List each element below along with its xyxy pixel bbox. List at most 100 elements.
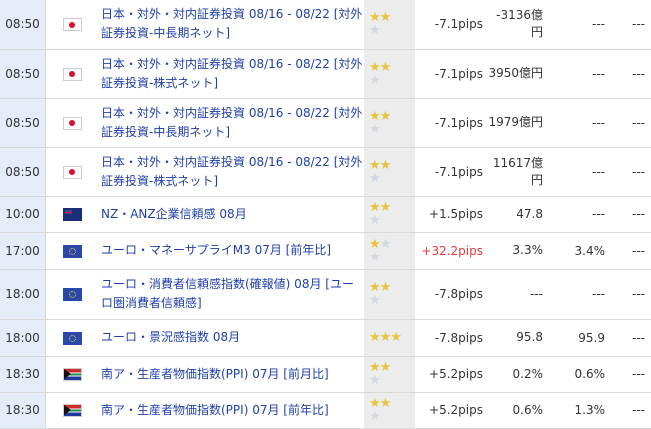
star-filled-icon: ★ — [379, 108, 392, 124]
importance-rating: ★★★ — [364, 392, 415, 429]
previous-value: --- — [611, 147, 651, 197]
event-title-link[interactable]: 日本・対外・対内証券投資 08/16 - 08/22 [対外証券投資-中長期ネッ… — [101, 7, 362, 40]
star-empty-icon: ★ — [369, 72, 381, 88]
forecast-value: --- — [549, 269, 611, 320]
previous-value: --- — [611, 0, 651, 50]
importance-rating: ★★★ — [364, 49, 415, 99]
star-empty-icon: ★ — [369, 213, 381, 228]
event-title-cell: ユーロ・消費者信頼感指数(確報値) 08月 [ユーロ圏消費者信頼感] — [98, 269, 364, 320]
event-title-cell: 日本・対外・対内証券投資 08/16 - 08/22 [対外証券投資-株式ネット… — [98, 49, 364, 99]
economic-calendar-table: 08:50 日本・対外・対内証券投資 08/16 - 08/22 [対外証券投資… — [0, 0, 651, 429]
country-flag — [45, 49, 98, 99]
forecast-value: --- — [549, 196, 611, 233]
actual-value: --- — [486, 269, 549, 320]
calendar-rows: 08:50 日本・対外・対内証券投資 08/16 - 08/22 [対外証券投資… — [0, 0, 651, 429]
forecast-value: --- — [549, 0, 611, 50]
previous-value: --- — [611, 49, 651, 99]
forecast-value: 0.6% — [549, 356, 611, 393]
table-row: 08:50 日本・対外・対内証券投資 08/16 - 08/22 [対外証券投資… — [0, 98, 651, 148]
price-change: -7.8pips — [415, 319, 486, 357]
star-filled-icon: ★ — [379, 10, 392, 26]
event-title-link[interactable]: NZ・ANZ企業信頼感 08月 — [101, 207, 247, 221]
actual-value: 3950億円 — [486, 49, 549, 99]
importance-rating: ★★★ — [364, 356, 415, 393]
forecast-value: 1.3% — [549, 392, 611, 429]
country-flag — [45, 392, 98, 429]
event-time: 17:00 — [0, 232, 46, 270]
importance-rating: ★★★ — [364, 196, 415, 233]
event-time: 08:50 — [0, 147, 46, 197]
price-change: -7.1pips — [415, 0, 486, 50]
previous-value: --- — [611, 232, 651, 270]
forecast-value: 3.4% — [549, 232, 611, 270]
table-row: 18:00 ユーロ・消費者信頼感指数(確報値) 08月 [ユーロ圏消費者信頼感]… — [0, 269, 651, 320]
country-flag — [45, 319, 98, 357]
actual-value: 47.8 — [486, 196, 549, 233]
country-flag — [45, 269, 98, 320]
event-title-link[interactable]: ユーロ・景況感指数 08月 — [101, 330, 240, 344]
actual-value: 3.3% — [486, 232, 549, 270]
star-filled-icon: ★ — [379, 59, 392, 75]
event-title-cell: 南ア・生産者物価指数(PPI) 07月 [前年比] — [98, 392, 364, 429]
price-change: +5.2pips — [415, 356, 486, 393]
event-time: 10:00 — [0, 196, 46, 233]
star-filled-icon: ★ — [379, 157, 392, 173]
star-empty-icon: ★ — [369, 249, 381, 265]
table-row: 17:00 ユーロ・マネーサプライM3 07月 [前年比] ★★ ★ +32.2p… — [0, 232, 651, 270]
previous-value: --- — [611, 269, 651, 320]
star-filled-icon: ★ — [379, 330, 392, 345]
importance-rating: ★★★ — [364, 269, 415, 320]
event-time: 18:00 — [0, 269, 46, 320]
event-title-link[interactable]: 南ア・生産者物価指数(PPI) 07月 [前年比] — [101, 403, 329, 417]
table-row: 18:00 ユーロ・景況感指数 08月 ★★★ -7.8pips 95.8 95… — [0, 319, 651, 357]
importance-rating: ★★★ — [364, 147, 415, 197]
japan-flag-icon — [62, 116, 82, 130]
event-title-link[interactable]: 南ア・生産者物価指数(PPI) 07月 [前月比] — [101, 367, 329, 381]
japan-flag-icon — [62, 67, 82, 81]
euro-flag-icon — [62, 331, 82, 345]
event-time: 08:50 — [0, 0, 46, 50]
star-filled-icon: ★ — [379, 200, 392, 215]
event-time: 18:30 — [0, 356, 46, 393]
table-row: 08:50 日本・対外・対内証券投資 08/16 - 08/22 [対外証券投資… — [0, 0, 651, 50]
star-filled-icon: ★ — [369, 330, 381, 345]
star-empty-icon: ★ — [369, 293, 381, 308]
actual-value: 95.8 — [486, 319, 549, 357]
event-title-link[interactable]: 日本・対外・対内証券投資 08/16 - 08/22 [対外証券投資-株式ネット… — [101, 57, 362, 90]
star-filled-icon: ★ — [390, 330, 402, 345]
price-change: +5.2pips — [415, 392, 486, 429]
event-title-cell: ユーロ・景況感指数 08月 — [98, 319, 364, 357]
country-flag — [45, 98, 98, 148]
event-title-link[interactable]: ユーロ・消費者信頼感指数(確報値) 08月 [ユーロ圏消費者信頼感] — [101, 277, 354, 310]
event-title-cell: NZ・ANZ企業信頼感 08月 — [98, 196, 364, 233]
star-filled-icon: ★ — [379, 396, 392, 411]
previous-value: --- — [611, 98, 651, 148]
event-title-link[interactable]: ユーロ・マネーサプライM3 07月 [前年比] — [101, 243, 331, 257]
star-filled-icon: ★ — [379, 280, 392, 295]
price-change: -7.8pips — [415, 269, 486, 320]
price-change: +1.5pips — [415, 196, 486, 233]
forecast-value: 95.9 — [549, 319, 611, 357]
importance-rating: ★★★ — [364, 98, 415, 148]
country-flag — [45, 147, 98, 197]
country-flag — [45, 0, 98, 50]
country-flag — [45, 232, 98, 270]
japan-flag-icon — [62, 165, 82, 179]
country-flag — [45, 196, 98, 233]
star-empty-icon: ★ — [369, 121, 381, 137]
table-row: 18:30 南ア・生産者物価指数(PPI) 07月 [前年比] ★★ ★ +5.2… — [0, 392, 651, 429]
importance-rating: ★★★ — [364, 232, 415, 270]
price-change: +32.2pips — [415, 232, 486, 270]
actual-value: 1979億円 — [486, 98, 549, 148]
actual-value: -3136億円 — [486, 0, 549, 50]
event-time: 08:50 — [0, 98, 46, 148]
new-zealand-flag-icon — [62, 208, 82, 221]
forecast-value: --- — [549, 98, 611, 148]
price-change: -7.1pips — [415, 98, 486, 148]
euro-flag-icon — [62, 288, 82, 301]
event-title-link[interactable]: 日本・対外・対内証券投資 08/16 - 08/22 [対外証券投資-株式ネット… — [101, 155, 362, 188]
event-title-link[interactable]: 日本・対外・対内証券投資 08/16 - 08/22 [対外証券投資-中長期ネッ… — [101, 106, 362, 139]
forecast-value: --- — [549, 147, 611, 197]
event-time: 08:50 — [0, 49, 46, 99]
price-change: -7.1pips — [415, 49, 486, 99]
